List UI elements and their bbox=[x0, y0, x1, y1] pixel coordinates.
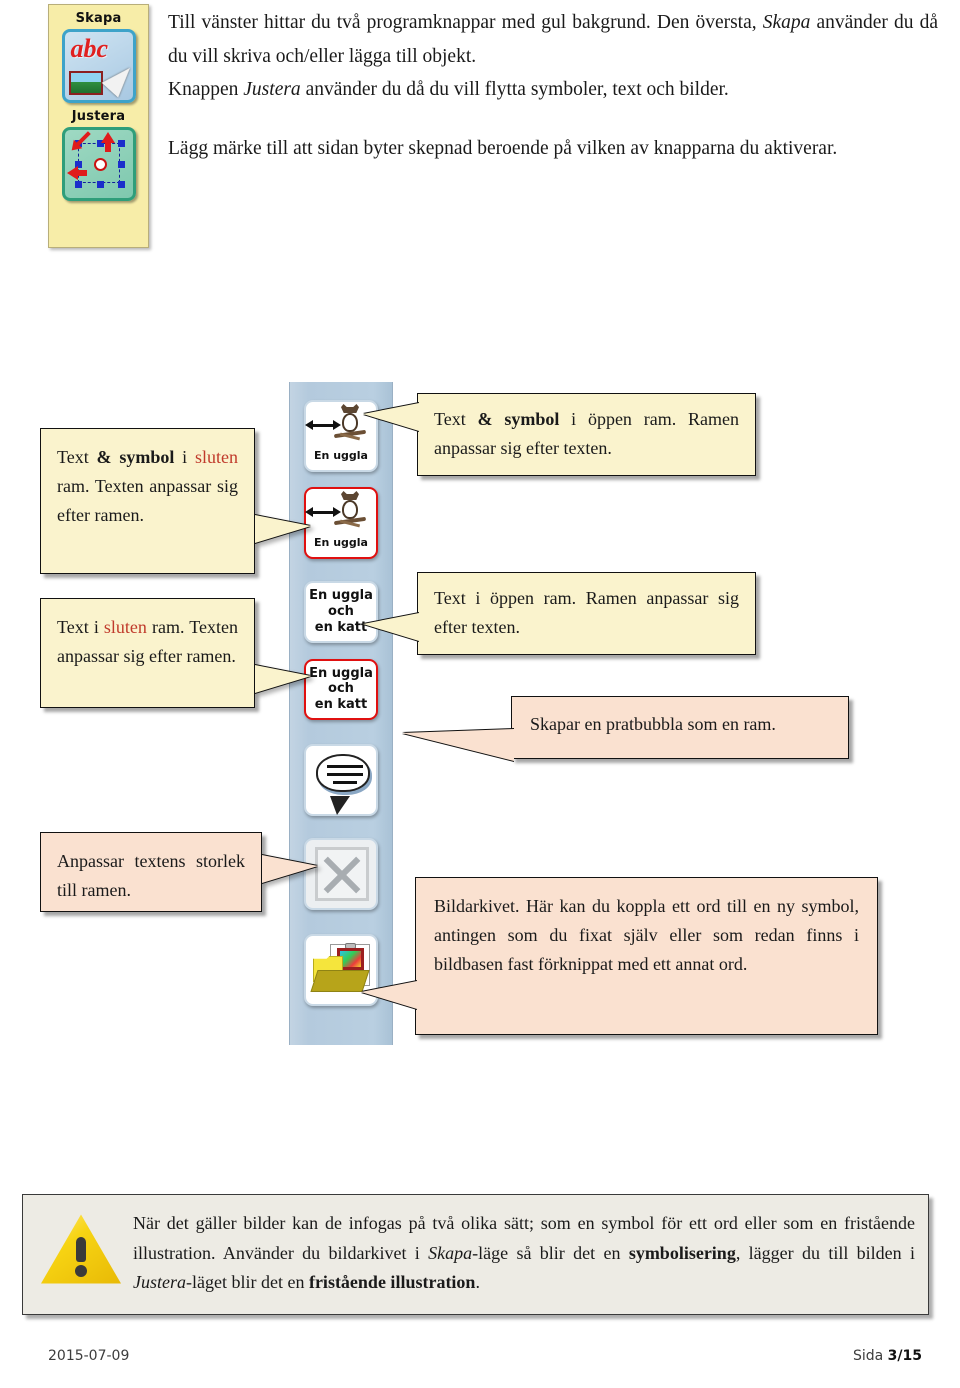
toolbar-button-text-closed-frame[interactable]: En uggla och en katt bbox=[304, 658, 378, 721]
intro-section: Skapa abc Justera Till vänster hittar du… bbox=[0, 0, 960, 270]
selection-box-icon bbox=[74, 140, 125, 188]
callout-tail-icon bbox=[361, 981, 417, 1009]
callout-seg-2: & symbol bbox=[477, 409, 560, 429]
callout-speech-bubble-frame: Skapar en pratbubbla som en ram. bbox=[402, 696, 849, 761]
toolbar-button-speech-bubble[interactable] bbox=[304, 744, 378, 817]
callout-tail-icon bbox=[363, 613, 419, 641]
intro-paragraph-1: Till vänster hittar du två programknappa… bbox=[168, 6, 938, 73]
resize-arrows-icon bbox=[315, 847, 369, 902]
callout-seg-2: & symbol bbox=[96, 447, 175, 467]
callout-text-symbol-closed-frame: Text & symbol i sluten ram. Texten anpas… bbox=[40, 428, 311, 574]
warn-seg-5: . bbox=[475, 1272, 480, 1293]
owl-symbol-icon bbox=[305, 489, 376, 537]
warning-note-box: När det gäller bilder kan de infogas på … bbox=[22, 1194, 929, 1315]
callout-seg-1: Text i bbox=[57, 617, 104, 637]
pencil-icon bbox=[101, 60, 138, 98]
toolbar-button-caption: En uggla bbox=[314, 449, 368, 462]
callout-body: Anpassar textens storlek till ramen. bbox=[57, 851, 245, 901]
footer-date: 2015-07-09 bbox=[48, 1348, 130, 1364]
callout-seg-1: Text bbox=[434, 409, 478, 429]
warning-triangle-icon bbox=[41, 1213, 121, 1285]
intro-p1c-italic: Justera bbox=[243, 79, 301, 101]
arrow-left-icon bbox=[66, 166, 87, 180]
footer-page-value: 3/15 bbox=[887, 1348, 922, 1364]
callout-seg-4: sluten bbox=[195, 447, 238, 467]
callout-tail-icon bbox=[363, 403, 419, 431]
callout-text-closed-frame: Text i sluten ram. Texten anpassar sig e… bbox=[40, 598, 311, 708]
picture-thumbnail-icon bbox=[68, 71, 103, 95]
circle-handle-icon bbox=[93, 158, 107, 171]
callout-seg-5: ram. Texten anpassar sig efter ramen. bbox=[57, 476, 238, 526]
callout-seg-3: i bbox=[174, 447, 195, 467]
intro-text: Till vänster hittar du två programknappa… bbox=[168, 6, 938, 165]
callout-body: Skapar en pratbubbla som en ram. bbox=[530, 714, 776, 734]
intro-paragraph-2: Lägg märke till att sidan byter skepnad … bbox=[168, 137, 838, 159]
callout-seg-2: sluten bbox=[103, 617, 147, 637]
warn-italic-justera: Justera bbox=[133, 1272, 186, 1293]
callout-tail-icon bbox=[255, 665, 311, 693]
caption-line-1: En uggla bbox=[309, 665, 373, 681]
warn-bold-illustration: fristående illustration bbox=[308, 1272, 476, 1293]
skapa-button-label: Skapa bbox=[75, 11, 122, 26]
double-arrow-icon bbox=[305, 507, 341, 517]
warn-seg-3: , lägger du till bilden i bbox=[735, 1242, 915, 1263]
intro-p1c-b: använder du då du vill flytta symboler, … bbox=[300, 79, 729, 101]
warn-seg-4: -läget blir det en bbox=[186, 1272, 309, 1293]
callout-body: Text i öppen ram. Ramen anpassar sig eft… bbox=[434, 588, 739, 638]
warn-seg-2: -läge så blir det en bbox=[472, 1242, 629, 1263]
warn-italic-skapa: Skapa bbox=[428, 1242, 473, 1263]
justera-button-label: Justera bbox=[71, 109, 126, 124]
intro-paragraph-1b: Knappen Justera använder du då du vill f… bbox=[168, 73, 938, 107]
footer-page-label: Sida bbox=[852, 1348, 888, 1364]
warning-note-text: När det gäller bilder kan de infogas på … bbox=[133, 1209, 915, 1298]
abc-text-icon: abc bbox=[70, 34, 109, 63]
callout-text-open-frame: Text i öppen ram. Ramen anpassar sig eft… bbox=[363, 572, 756, 655]
callout-image-library: Bildarkivet. Här kan du koppla ett ord t… bbox=[361, 877, 878, 1035]
callout-body: Bildarkivet. Här kan du koppla ett ord t… bbox=[434, 896, 859, 975]
callout-tail-icon bbox=[262, 855, 318, 883]
caption-line-2: och bbox=[328, 681, 354, 697]
callout-fit-text-to-frame: Anpassar textens storlek till ramen. bbox=[40, 832, 318, 912]
footer-page-number: Sida 3/15 bbox=[853, 1348, 922, 1364]
justera-button[interactable] bbox=[61, 127, 136, 201]
editor-toolbar-strip: En uggla En uggla En uggla och en katt E… bbox=[289, 382, 393, 1045]
speech-bubble-icon bbox=[316, 754, 370, 816]
caption-line-1: En uggla bbox=[309, 588, 373, 603]
callout-seg-1: Text bbox=[57, 447, 97, 467]
callout-tail-icon bbox=[402, 729, 514, 761]
warn-bold-symbolisering: symbolisering bbox=[628, 1242, 736, 1263]
skapa-button[interactable]: abc bbox=[61, 29, 138, 103]
intro-p1-italic: Skapa bbox=[762, 12, 811, 33]
toolbar-button-text-symbol-closed-frame[interactable]: En uggla bbox=[304, 487, 378, 559]
intro-p1-a: Till vänster hittar du två programknappa… bbox=[168, 12, 763, 33]
callout-tail-icon bbox=[255, 515, 311, 543]
double-arrow-icon bbox=[305, 420, 341, 430]
toolbar-button-caption: En uggla bbox=[314, 536, 368, 549]
intro-p1c-a: Knappen bbox=[168, 79, 244, 101]
arrow-up-icon bbox=[100, 132, 115, 152]
program-buttons-panel: Skapa abc Justera bbox=[48, 4, 149, 248]
caption-line-3: en katt bbox=[314, 697, 368, 713]
callout-text-symbol-open-frame: Text & symbol i öppen ram. Ramen anpassa… bbox=[363, 393, 756, 476]
